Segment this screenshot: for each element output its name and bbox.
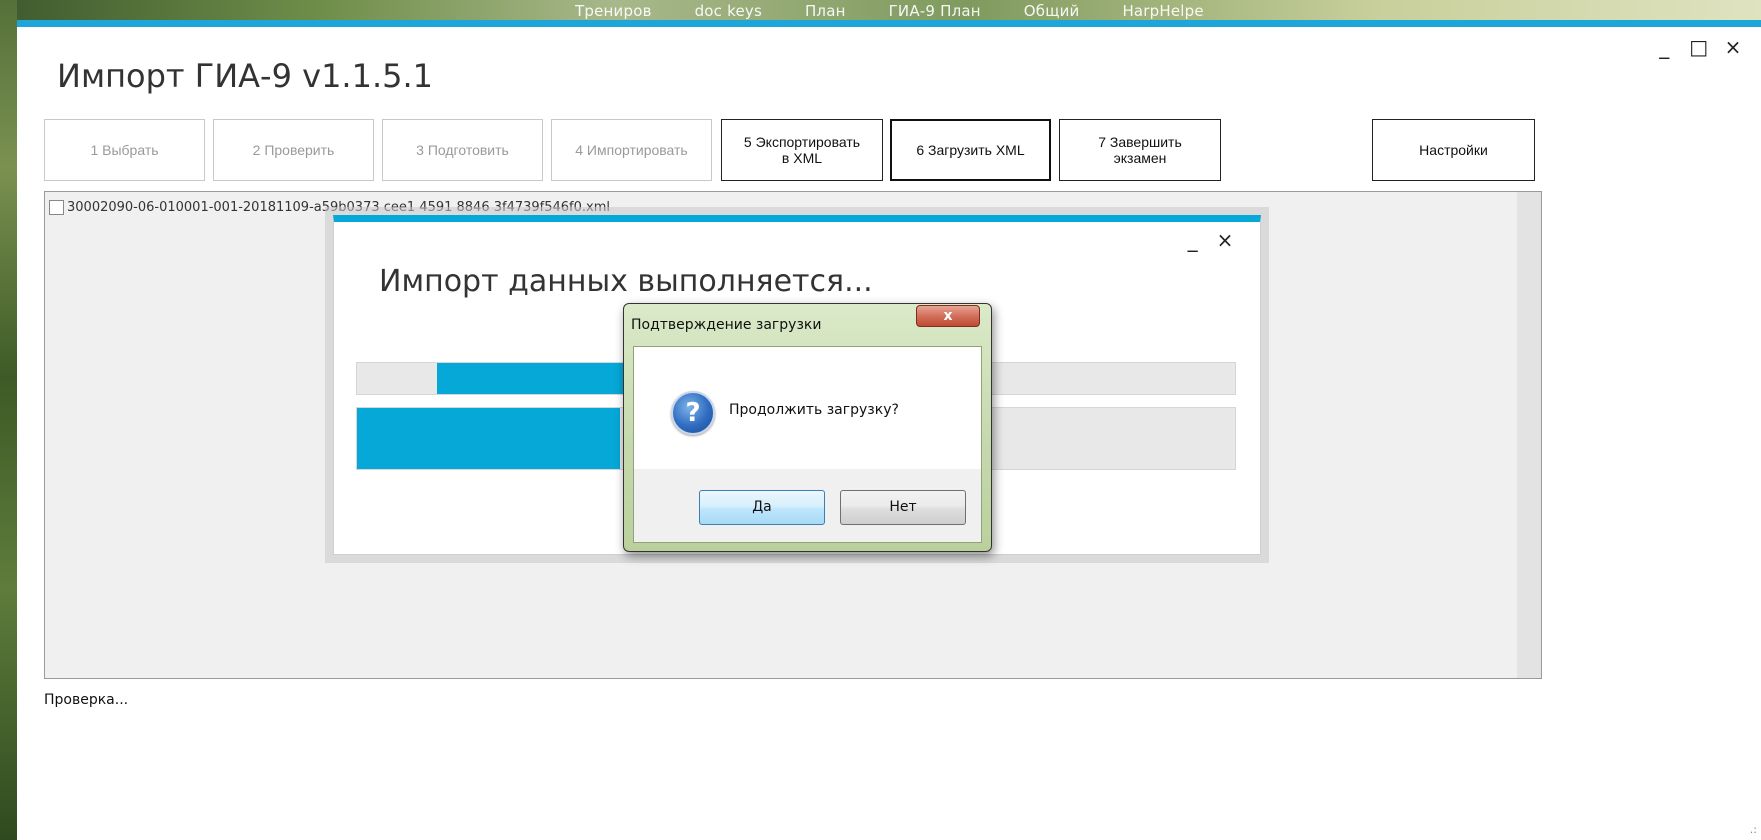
file-checkbox[interactable] — [49, 200, 64, 215]
bookmark-item[interactable]: doc keys — [695, 2, 762, 20]
status-text: Проверка... — [44, 692, 129, 708]
progress-close-button[interactable]: × — [1212, 228, 1238, 252]
dialog-title: Подтверждение загрузки — [631, 317, 822, 333]
bookmark-item[interactable]: Трениров — [575, 2, 652, 20]
file-name: 30002090-06-010001-001-20181109-a59b0373… — [67, 200, 610, 215]
desktop-bookmarks: Трениров doc keys План ГИА-9 План Общий … — [575, 2, 1242, 20]
window-controls: _ □ × — [1650, 35, 1747, 59]
no-button[interactable]: Нет — [840, 490, 966, 525]
step-button-finish-exam[interactable]: 7 Завершить экзамен — [1059, 119, 1221, 181]
question-icon: ? — [671, 391, 715, 435]
bookmark-item[interactable]: Общий — [1024, 2, 1080, 20]
dialog-message: Продолжить загрузку? — [729, 402, 899, 418]
minimize-button[interactable]: _ — [1650, 35, 1678, 59]
desktop-background-left — [0, 0, 17, 840]
dialog-body: ? Продолжить загрузку? Да Нет — [633, 346, 982, 543]
step-button-select[interactable]: 1 Выбрать — [44, 119, 205, 181]
vertical-scrollbar[interactable] — [1517, 192, 1541, 678]
bookmark-item[interactable]: План — [805, 2, 846, 20]
step-button-import[interactable]: 4 Импортировать — [551, 119, 712, 181]
progress-minimize-button[interactable]: _ — [1180, 228, 1206, 252]
bookmark-item[interactable]: HarpHelpe — [1122, 2, 1203, 20]
maximize-button[interactable]: □ — [1685, 35, 1713, 59]
settings-button[interactable]: Настройки — [1372, 119, 1535, 181]
step-button-load-xml[interactable]: 6 Загрузить XML — [890, 119, 1051, 181]
resize-grip-icon[interactable]: .: — [1750, 823, 1757, 836]
close-button[interactable]: × — [1719, 35, 1747, 59]
confirm-dialog: Подтверждение загрузки x ? Продолжить за… — [623, 303, 992, 552]
progress-bar-secondary-fill — [357, 408, 621, 469]
step-button-prepare[interactable]: 3 Подготовить — [382, 119, 543, 181]
dialog-close-button[interactable]: x — [916, 305, 980, 327]
desktop-background-strip: Трениров doc keys План ГИА-9 План Общий … — [0, 0, 1761, 20]
file-list-item[interactable]: 30002090-06-010001-001-20181109-a59b0373… — [49, 200, 610, 215]
progress-title: Импорт данных выполняется... — [379, 264, 873, 299]
step-button-export-xml[interactable]: 5 Экспортировать в XML — [721, 119, 883, 181]
app-title: Импорт ГИА-9 v1.1.5.1 — [57, 57, 434, 95]
yes-button[interactable]: Да — [699, 490, 825, 525]
bookmark-item[interactable]: ГИА-9 План — [889, 2, 981, 20]
progress-window-controls: _ × — [1180, 228, 1238, 252]
step-button-check[interactable]: 2 Проверить — [213, 119, 374, 181]
